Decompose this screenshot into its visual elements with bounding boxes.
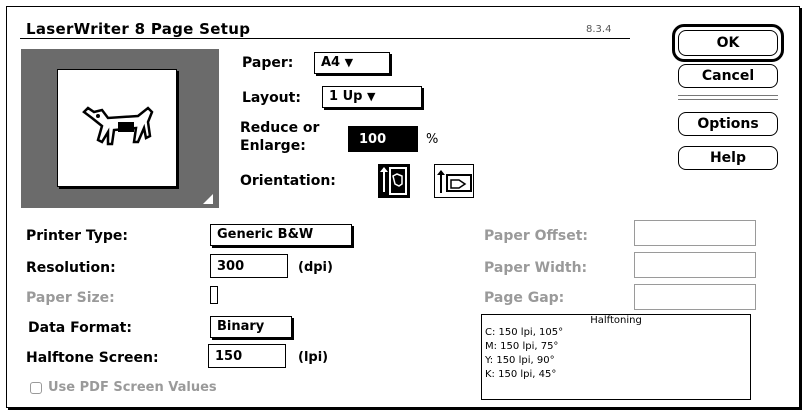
paper-offset-label: Paper Offset: bbox=[484, 228, 588, 244]
paper-width-label: Paper Width: bbox=[484, 260, 588, 276]
printer-type-popup[interactable]: Generic B&W bbox=[210, 224, 352, 246]
resolution-unit: (dpi) bbox=[298, 260, 333, 275]
resolution-label: Resolution: bbox=[26, 260, 116, 276]
paper-size-field bbox=[210, 286, 218, 304]
halftone-screen-unit: (lpi) bbox=[298, 350, 329, 365]
percent-label: % bbox=[426, 132, 439, 147]
paper-offset-field bbox=[634, 220, 756, 246]
layout-popup[interactable]: 1 Up ▼ bbox=[322, 86, 422, 108]
paper-label: Paper: bbox=[242, 55, 294, 71]
halftoning-box: Halftoning C: 150 lpi, 105° M: 150 lpi, … bbox=[481, 314, 751, 400]
halftoning-title: Halftoning bbox=[590, 315, 642, 326]
orientation-label: Orientation: bbox=[240, 173, 336, 189]
pdf-screen-checkbox[interactable] bbox=[30, 382, 42, 394]
halftoning-black: K: 150 lpi, 45° bbox=[485, 369, 557, 380]
halftone-screen-field[interactable]: 150 bbox=[208, 344, 286, 368]
pdf-screen-label: Use PDF Screen Values bbox=[48, 380, 217, 395]
button-divider bbox=[678, 95, 778, 96]
paper-value: A4 bbox=[321, 55, 341, 70]
landscape-icon bbox=[437, 170, 472, 193]
dogcow-icon bbox=[82, 106, 154, 146]
title-divider bbox=[20, 38, 630, 39]
cancel-button[interactable]: Cancel bbox=[678, 64, 778, 88]
window-title: LaserWriter 8 Page Setup bbox=[26, 20, 251, 38]
ok-button[interactable]: OK bbox=[678, 30, 778, 56]
button-divider-2 bbox=[678, 99, 778, 100]
paper-size-label: Paper Size: bbox=[26, 290, 115, 306]
halftoning-magenta: M: 150 lpi, 75° bbox=[485, 341, 559, 352]
paper-width-field bbox=[634, 252, 756, 278]
portrait-icon bbox=[380, 167, 407, 195]
orientation-portrait-button[interactable] bbox=[378, 164, 410, 198]
resolution-field[interactable]: 300 bbox=[210, 254, 288, 278]
layout-value: 1 Up bbox=[329, 89, 363, 104]
triangle-down-icon: ▼ bbox=[344, 56, 354, 69]
triangle-down-icon: ▼ bbox=[366, 90, 376, 103]
options-button[interactable]: Options bbox=[678, 112, 778, 136]
reduce-label-line2: Enlarge: bbox=[240, 138, 306, 154]
reduce-label-line1: Reduce or bbox=[240, 120, 320, 136]
data-format-popup[interactable]: Binary bbox=[210, 316, 292, 338]
halftone-screen-label: Halftone Screen: bbox=[26, 350, 159, 366]
data-format-label: Data Format: bbox=[28, 320, 132, 336]
halftoning-cyan: C: 150 lpi, 105° bbox=[485, 327, 564, 338]
reduce-field[interactable]: 100 bbox=[348, 126, 418, 152]
paper-popup[interactable]: A4 ▼ bbox=[314, 52, 390, 74]
preview-page bbox=[57, 69, 177, 187]
printer-type-label: Printer Type: bbox=[26, 228, 129, 244]
page-gap-label: Page Gap: bbox=[484, 290, 565, 306]
help-button[interactable]: Help bbox=[678, 146, 778, 170]
page-gap-field bbox=[634, 284, 756, 310]
page-curl-corner bbox=[203, 194, 213, 204]
orientation-landscape-button[interactable] bbox=[434, 164, 474, 198]
layout-label: Layout: bbox=[242, 90, 301, 106]
halftoning-yellow: Y: 150 lpi, 90° bbox=[485, 355, 555, 366]
version-label: 8.3.4 bbox=[586, 24, 612, 35]
